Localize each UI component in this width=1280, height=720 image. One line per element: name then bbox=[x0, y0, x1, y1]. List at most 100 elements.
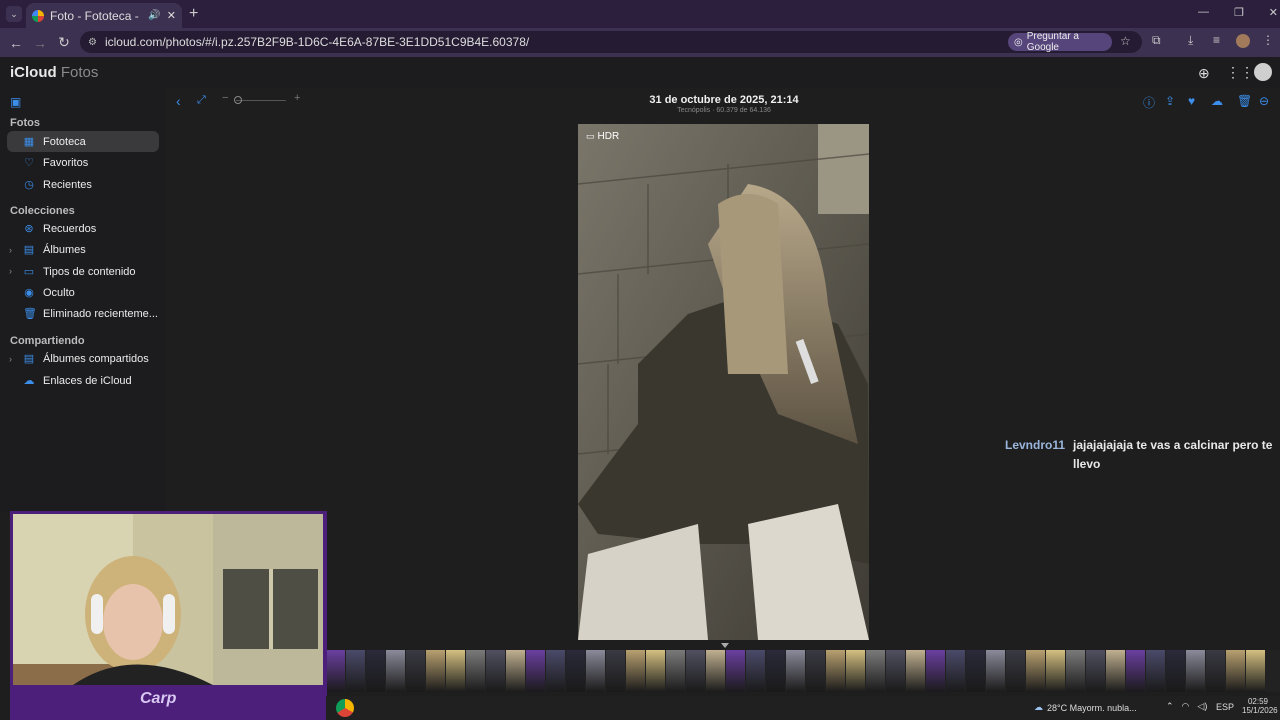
back-chevron-icon[interactable]: ‹ bbox=[176, 93, 181, 109]
heart-icon[interactable]: ♥ bbox=[1188, 94, 1195, 108]
reload-icon[interactable]: ↻ bbox=[52, 34, 76, 51]
weather-widget[interactable]: ☁ 28°C Mayorm. nubla... bbox=[1034, 702, 1137, 713]
filmstrip-thumbnail[interactable] bbox=[626, 650, 645, 692]
sidebar-item-albumes[interactable]: ▤ Álbumes bbox=[7, 239, 159, 260]
downloads-icon[interactable]: ⤓ bbox=[1188, 33, 1193, 48]
photo-image[interactable] bbox=[578, 124, 869, 640]
filmstrip-thumbnail[interactable] bbox=[406, 650, 425, 692]
filmstrip-thumbnail[interactable] bbox=[806, 650, 825, 692]
sidebar-item-recuerdos[interactable]: ⊛ Recuerdos bbox=[7, 218, 159, 239]
filmstrip-thumbnail[interactable] bbox=[526, 650, 545, 692]
account-avatar[interactable] bbox=[1254, 63, 1272, 81]
filmstrip-thumbnail[interactable] bbox=[1206, 650, 1225, 692]
filmstrip-thumbnail[interactable] bbox=[606, 650, 625, 692]
app-grid-icon[interactable]: ⋮⋮ bbox=[1226, 64, 1254, 81]
filmstrip-thumbnail[interactable] bbox=[686, 650, 705, 692]
filmstrip-thumbnail[interactable] bbox=[566, 650, 585, 692]
filmstrip-thumbnail[interactable] bbox=[826, 650, 845, 692]
app-brand[interactable]: iCloud Fotos bbox=[10, 64, 98, 81]
sidebar-item-enlaces-icloud[interactable]: ☁ Enlaces de iCloud bbox=[7, 370, 159, 391]
filmstrip-thumbnail[interactable] bbox=[486, 650, 505, 692]
tab-close-icon[interactable]: ✕ bbox=[167, 9, 176, 22]
filmstrip-thumbnail[interactable] bbox=[1226, 650, 1245, 692]
sidebar-item-oculto[interactable]: ◉ Oculto bbox=[7, 282, 159, 303]
browser-tab[interactable]: Foto - Fototeca - Fotos en iCloud 🔊 ✕ bbox=[26, 3, 182, 28]
chrome-taskbar-icon[interactable] bbox=[336, 699, 354, 717]
cloud-download-icon[interactable]: ☁ bbox=[1211, 94, 1223, 108]
volume-icon[interactable]: ◁) bbox=[1197, 701, 1207, 712]
filmstrip-thumbnail[interactable] bbox=[1146, 650, 1165, 692]
filmstrip-thumbnail[interactable] bbox=[586, 650, 605, 692]
share-icon[interactable]: ⇪ bbox=[1165, 94, 1175, 108]
forward-icon[interactable]: → bbox=[28, 35, 52, 51]
minimize-icon[interactable]: — bbox=[1198, 6, 1209, 19]
language-indicator[interactable]: ESP bbox=[1216, 702, 1234, 712]
sidebar-toggle-icon[interactable]: ▣ bbox=[10, 95, 21, 109]
filmstrip-thumbnail[interactable] bbox=[426, 650, 445, 692]
profile-avatar[interactable] bbox=[1236, 34, 1250, 48]
filmstrip-thumbnail[interactable] bbox=[1026, 650, 1045, 692]
filmstrip-thumbnail[interactable] bbox=[326, 650, 345, 692]
filmstrip-thumbnail[interactable] bbox=[906, 650, 925, 692]
filmstrip-thumbnail[interactable] bbox=[1186, 650, 1205, 692]
filmstrip-thumbnail[interactable] bbox=[1246, 650, 1265, 692]
sidebar-item-eliminado[interactable]: 🗑 Eliminado recienteme... bbox=[7, 303, 159, 324]
filmstrip-thumbnail[interactable] bbox=[966, 650, 985, 692]
sidebar-item-fototeca[interactable]: ▦ Fototeca bbox=[7, 131, 159, 152]
close-window-icon[interactable]: ✕ bbox=[1269, 6, 1278, 19]
site-info-icon[interactable]: ⚙ bbox=[88, 37, 97, 48]
filmstrip[interactable] bbox=[326, 650, 1280, 692]
zoom-thumb[interactable] bbox=[234, 96, 242, 104]
sidebar-item-tipos-contenido[interactable]: ▭ Tipos de contenido bbox=[7, 261, 159, 282]
back-icon[interactable]: ← bbox=[4, 35, 28, 51]
sidebar-item-favoritos[interactable]: ♡ Favoritos bbox=[7, 152, 159, 173]
filmstrip-thumbnail[interactable] bbox=[746, 650, 765, 692]
network-icon[interactable]: ◠ bbox=[1182, 701, 1190, 712]
address-bar[interactable]: ⚙ icloud.com/photos/#/i.pz.257B2F9B-1D6C… bbox=[80, 31, 1142, 53]
expand-icon[interactable]: ⤢ bbox=[197, 94, 206, 107]
filmstrip-thumbnail[interactable] bbox=[866, 650, 885, 692]
filmstrip-thumbnail[interactable] bbox=[646, 650, 665, 692]
maximize-icon[interactable]: ❐ bbox=[1234, 6, 1244, 19]
filmstrip-thumbnail[interactable] bbox=[846, 650, 865, 692]
filmstrip-thumbnail[interactable] bbox=[366, 650, 385, 692]
tab-audio-icon[interactable]: 🔊 bbox=[148, 10, 160, 21]
trash-icon[interactable]: 🗑 bbox=[1237, 94, 1252, 108]
filmstrip-thumbnail[interactable] bbox=[386, 650, 405, 692]
zoom-in-icon[interactable]: + bbox=[294, 92, 300, 104]
filmstrip-thumbnail[interactable] bbox=[786, 650, 805, 692]
filmstrip-thumbnail[interactable] bbox=[1106, 650, 1125, 692]
filmstrip-thumbnail[interactable] bbox=[506, 650, 525, 692]
ask-google-button[interactable]: ◎ Preguntar a Google bbox=[1008, 31, 1112, 53]
new-tab-button[interactable]: + bbox=[189, 5, 198, 23]
filmstrip-thumbnail[interactable] bbox=[546, 650, 565, 692]
filmstrip-thumbnail[interactable] bbox=[926, 650, 945, 692]
filmstrip-thumbnail[interactable] bbox=[1126, 650, 1145, 692]
filmstrip-thumbnail[interactable] bbox=[1066, 650, 1085, 692]
sidebar-item-recientes[interactable]: ◷ Recientes bbox=[7, 174, 159, 195]
filmstrip-thumbnail[interactable] bbox=[446, 650, 465, 692]
filmstrip-thumbnail[interactable] bbox=[726, 650, 745, 692]
filmstrip-thumbnail[interactable] bbox=[1086, 650, 1105, 692]
bookmark-star-icon[interactable]: ☆ bbox=[1120, 34, 1131, 48]
add-icon[interactable]: ⊕ bbox=[1198, 65, 1210, 82]
filmstrip-thumbnail[interactable] bbox=[666, 650, 685, 692]
filmstrip-thumbnail[interactable] bbox=[706, 650, 725, 692]
chevron-up-icon[interactable]: ⌃ bbox=[1166, 701, 1174, 712]
filmstrip-thumbnail[interactable] bbox=[946, 650, 965, 692]
more-icon[interactable]: ⊖ bbox=[1259, 94, 1269, 108]
filmstrip-thumbnail[interactable] bbox=[886, 650, 905, 692]
filmstrip-thumbnail[interactable] bbox=[766, 650, 785, 692]
extensions-icon[interactable]: ⧉ bbox=[1152, 33, 1161, 48]
filmstrip-thumbnail[interactable] bbox=[1166, 650, 1185, 692]
filmstrip-thumbnail[interactable] bbox=[466, 650, 485, 692]
filmstrip-thumbnail[interactable] bbox=[1046, 650, 1065, 692]
clock[interactable]: 02:59 15/1/2026 bbox=[1242, 697, 1278, 715]
info-icon[interactable]: ⓘ bbox=[1143, 94, 1155, 111]
filmstrip-thumbnail[interactable] bbox=[986, 650, 1005, 692]
sidebar-item-albumes-compartidos[interactable]: ▤ Álbumes compartidos bbox=[7, 348, 159, 369]
browser-menu-icon[interactable]: ⋮ bbox=[1262, 33, 1274, 47]
zoom-slider[interactable]: − + bbox=[222, 92, 302, 106]
tab-search-icon[interactable]: ⌄ bbox=[6, 6, 22, 22]
zoom-out-icon[interactable]: − bbox=[222, 92, 228, 104]
